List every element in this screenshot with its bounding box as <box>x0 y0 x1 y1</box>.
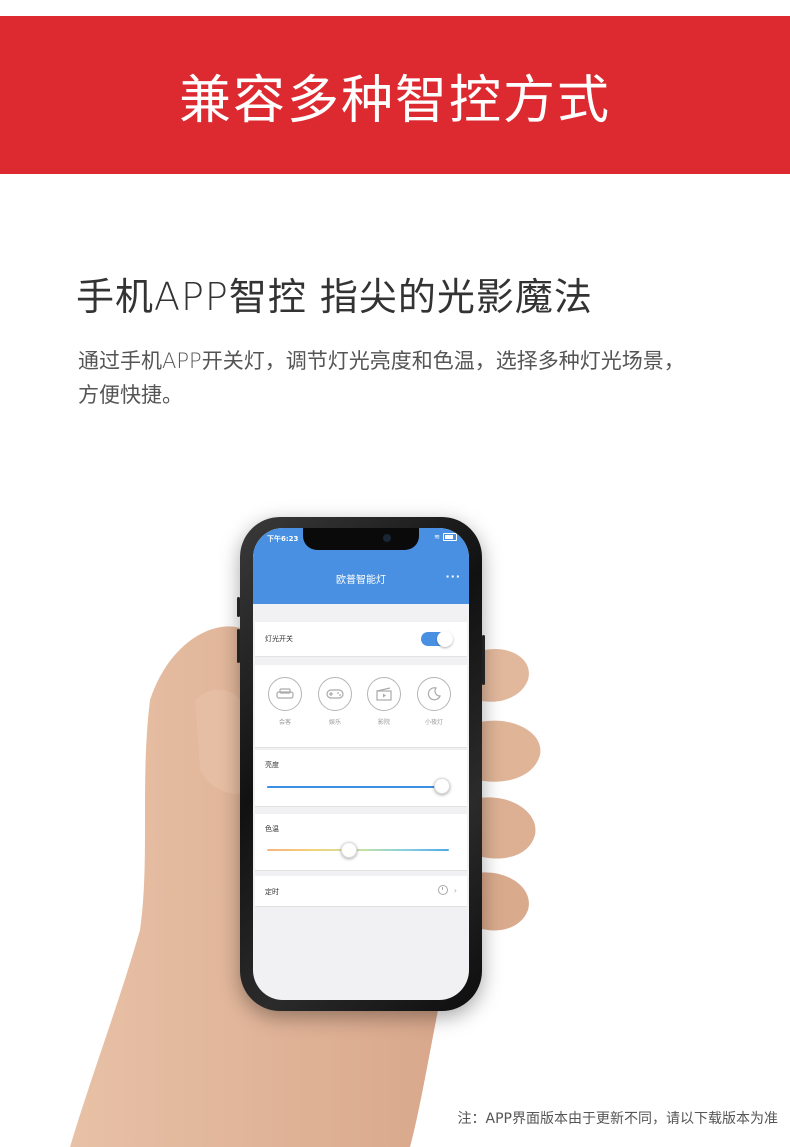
phone-side-button <box>237 597 240 617</box>
status-time: 下午6:23 <box>267 535 299 543</box>
color-temperature-label: 色温 <box>265 825 279 833</box>
scene-label: 娱乐 <box>328 719 341 726</box>
phone-screen: 下午6:23 ≋ 欧普智能灯 ··· 灯光开关 会客 娱乐 影院 小夜灯 亮度 … <box>253 528 469 1000</box>
light-switch-label: 灯光开关 <box>265 635 293 643</box>
brightness-track[interactable] <box>267 786 449 788</box>
brightness-knob[interactable] <box>433 778 450 794</box>
wifi-icon: ≋ <box>434 533 440 541</box>
color-temperature-knob[interactable] <box>340 842 357 858</box>
app-title: 欧普智能灯 <box>336 575 386 586</box>
scene-cinema[interactable]: 影院 <box>366 677 402 726</box>
toggle-knob <box>437 631 453 647</box>
more-icon[interactable]: ··· <box>445 570 461 583</box>
timer-label: 定时 <box>265 888 279 896</box>
battery-icon <box>443 533 457 541</box>
scene-label: 影院 <box>377 719 390 726</box>
camera-icon <box>383 534 391 542</box>
brightness-row: 亮度 <box>255 750 467 807</box>
chevron-right-icon: › <box>453 885 457 895</box>
clapperboard-icon <box>367 677 401 711</box>
scene-label: 小夜灯 <box>424 719 443 726</box>
phone-side-button <box>237 629 240 663</box>
phone: 下午6:23 ≋ 欧普智能灯 ··· 灯光开关 会客 娱乐 影院 小夜灯 亮度 … <box>237 517 485 1011</box>
scene-reception[interactable]: 会客 <box>267 677 303 726</box>
scene-panel: 会客 娱乐 影院 小夜灯 <box>255 665 467 748</box>
phone-side-button <box>482 635 485 685</box>
timer-controls: › <box>437 885 457 895</box>
clock-icon <box>437 885 448 895</box>
light-switch-toggle[interactable] <box>421 631 453 647</box>
moon-icon <box>417 677 451 711</box>
status-icons: ≋ <box>434 533 457 541</box>
color-temperature-track[interactable] <box>267 849 449 851</box>
scene-night-light[interactable]: 小夜灯 <box>416 677 452 726</box>
phone-notch <box>303 528 419 550</box>
scene-label: 会客 <box>278 719 291 726</box>
brightness-label: 亮度 <box>265 761 279 769</box>
light-switch-row: 灯光开关 <box>255 622 467 657</box>
footnote: 注：APP界面版本由于更新不同，请以下载版本为准 <box>457 1111 778 1127</box>
sofa-icon <box>268 677 302 711</box>
gamepad-icon <box>318 677 352 711</box>
color-temperature-row: 色温 <box>255 814 467 871</box>
scene-entertainment[interactable]: 娱乐 <box>317 677 353 726</box>
timer-row[interactable]: 定时 › <box>255 876 467 907</box>
